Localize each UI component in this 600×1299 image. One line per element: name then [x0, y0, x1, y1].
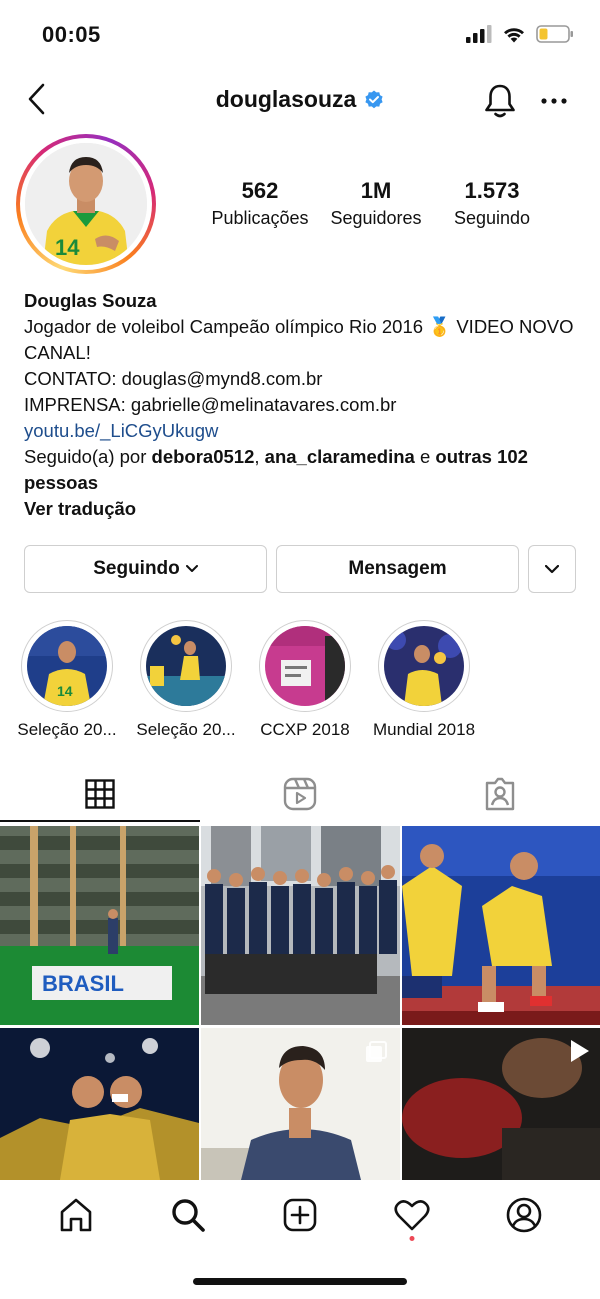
back-button[interactable] — [20, 82, 54, 116]
following-button[interactable]: Seguindo — [24, 545, 267, 593]
grid-icon — [85, 779, 115, 809]
bio-contact: CONTATO: douglas@mynd8.com.br — [24, 368, 323, 389]
followed-by-separator: , — [254, 446, 265, 467]
svg-text:14: 14 — [55, 235, 80, 260]
nav-home[interactable] — [46, 1185, 106, 1245]
battery-icon — [536, 25, 573, 43]
nav-create-post[interactable] — [270, 1185, 330, 1245]
bio-description: Jogador de voleibol Campeão olímpico Rio… — [24, 316, 574, 363]
suggested-accounts-button[interactable] — [528, 545, 576, 593]
home-indicator[interactable] — [193, 1278, 407, 1285]
followed-by[interactable]: Seguido(a) por debora0512, ana_claramedi… — [24, 444, 584, 496]
stat-posts-label: Publicações — [211, 208, 309, 228]
more-options-button[interactable] — [537, 86, 571, 116]
highlight-item[interactable]: Mundial 2018 — [364, 620, 484, 740]
bio-press: IMPRENSA: gabrielle@melinatavares.com.br — [24, 394, 397, 415]
notifications-bell-button[interactable] — [482, 82, 518, 120]
search-icon — [172, 1199, 205, 1232]
stat-posts-value: 562 — [241, 178, 279, 203]
player-portrait-image: 14 — [25, 143, 147, 265]
more-dots-icon — [541, 98, 567, 104]
profile-username: douglasouza — [215, 86, 357, 112]
stat-following-label: Seguindo — [453, 208, 531, 228]
stat-following[interactable]: 1.573 Seguindo — [432, 178, 552, 229]
tab-tagged[interactable] — [400, 766, 600, 822]
chevron-left-icon — [28, 83, 45, 115]
brasil-sign-text: BRASIL — [42, 971, 124, 996]
tab-reels[interactable] — [200, 766, 400, 822]
profile-bio: Douglas Souza Jogador de voleibol Campeã… — [24, 288, 584, 522]
chevron-down-icon — [545, 564, 559, 573]
following-button-label: Seguindo — [93, 558, 180, 579]
post-thumbnail[interactable] — [0, 1028, 199, 1180]
followed-by-user-2[interactable]: ana_claramedina — [265, 446, 415, 467]
stat-followers[interactable]: 1M Seguidores — [316, 178, 436, 229]
highlight-cover-image — [265, 626, 345, 706]
stat-posts[interactable]: 562 Publicações — [200, 178, 320, 229]
highlight-cover-image — [384, 626, 464, 706]
followed-by-user-1[interactable]: debora0512 — [152, 446, 255, 467]
status-time: 00:05 — [42, 22, 101, 47]
signal-icon — [466, 25, 492, 43]
post-thumbnail[interactable]: BRASIL — [0, 826, 199, 1025]
heart-icon — [394, 1200, 430, 1231]
verified-badge-icon — [365, 90, 383, 108]
highlight-item[interactable]: Seleção 20... — [126, 620, 246, 740]
post-thumbnail[interactable] — [402, 1028, 600, 1180]
message-button[interactable]: Mensagem — [276, 545, 519, 593]
reels-icon — [283, 777, 317, 811]
bell-icon — [485, 84, 515, 118]
profile-avatar[interactable]: 14 — [16, 134, 156, 274]
profile-tabs — [0, 766, 600, 822]
add-post-icon — [283, 1198, 317, 1232]
nav-profile[interactable] — [494, 1185, 554, 1245]
stat-followers-value: 1M — [360, 178, 392, 203]
chevron-down-icon — [185, 565, 198, 572]
tagged-person-icon — [485, 777, 515, 811]
highlight-item[interactable]: 14 Seleção 20... — [7, 620, 127, 740]
avatar-photo: 14 — [25, 143, 147, 265]
highlight-label: CCXP 2018 — [260, 720, 350, 739]
nav-search[interactable] — [158, 1185, 218, 1245]
post-thumbnail[interactable] — [402, 826, 600, 1025]
home-icon — [60, 1198, 92, 1232]
multiple-photos-icon — [366, 1041, 387, 1062]
highlight-item[interactable]: CCXP 2018 — [245, 620, 365, 740]
tab-posts-grid[interactable] — [0, 766, 200, 822]
bottom-navigation — [0, 1180, 600, 1250]
highlight-label: Mundial 2018 — [372, 720, 476, 739]
followed-by-prefix: Seguido(a) por — [24, 446, 152, 467]
post-thumbnail[interactable] — [201, 826, 400, 1025]
status-icons — [466, 24, 574, 44]
highlight-cover-image: 14 — [27, 626, 107, 706]
profile-icon — [506, 1197, 542, 1233]
post-thumbnail[interactable] — [201, 1028, 400, 1180]
nav-activity[interactable] — [382, 1185, 442, 1245]
see-translation-link[interactable]: Ver tradução — [24, 496, 584, 522]
profile-full-name: Douglas Souza — [24, 290, 157, 311]
post-image — [201, 826, 400, 1025]
post-image — [0, 1028, 199, 1180]
highlight-label: Seleção 20... — [136, 720, 236, 739]
post-image: BRASIL — [0, 826, 199, 1025]
wifi-icon — [504, 28, 524, 43]
stat-followers-label: Seguidores — [330, 208, 422, 228]
activity-notification-dot — [409, 1236, 415, 1241]
message-button-label: Mensagem — [348, 558, 447, 579]
highlight-label: Seleção 20... — [17, 720, 117, 739]
post-image — [402, 826, 600, 1025]
reel-play-icon — [571, 1040, 589, 1062]
highlight-cover-image — [146, 626, 226, 706]
posts-grid: BRASIL — [0, 826, 600, 1180]
followed-by-and: e — [414, 446, 436, 467]
svg-text:14: 14 — [57, 683, 73, 699]
stat-following-value: 1.573 — [464, 178, 520, 203]
bio-link[interactable]: youtu.be/_LiCGyUkugw — [24, 418, 584, 444]
